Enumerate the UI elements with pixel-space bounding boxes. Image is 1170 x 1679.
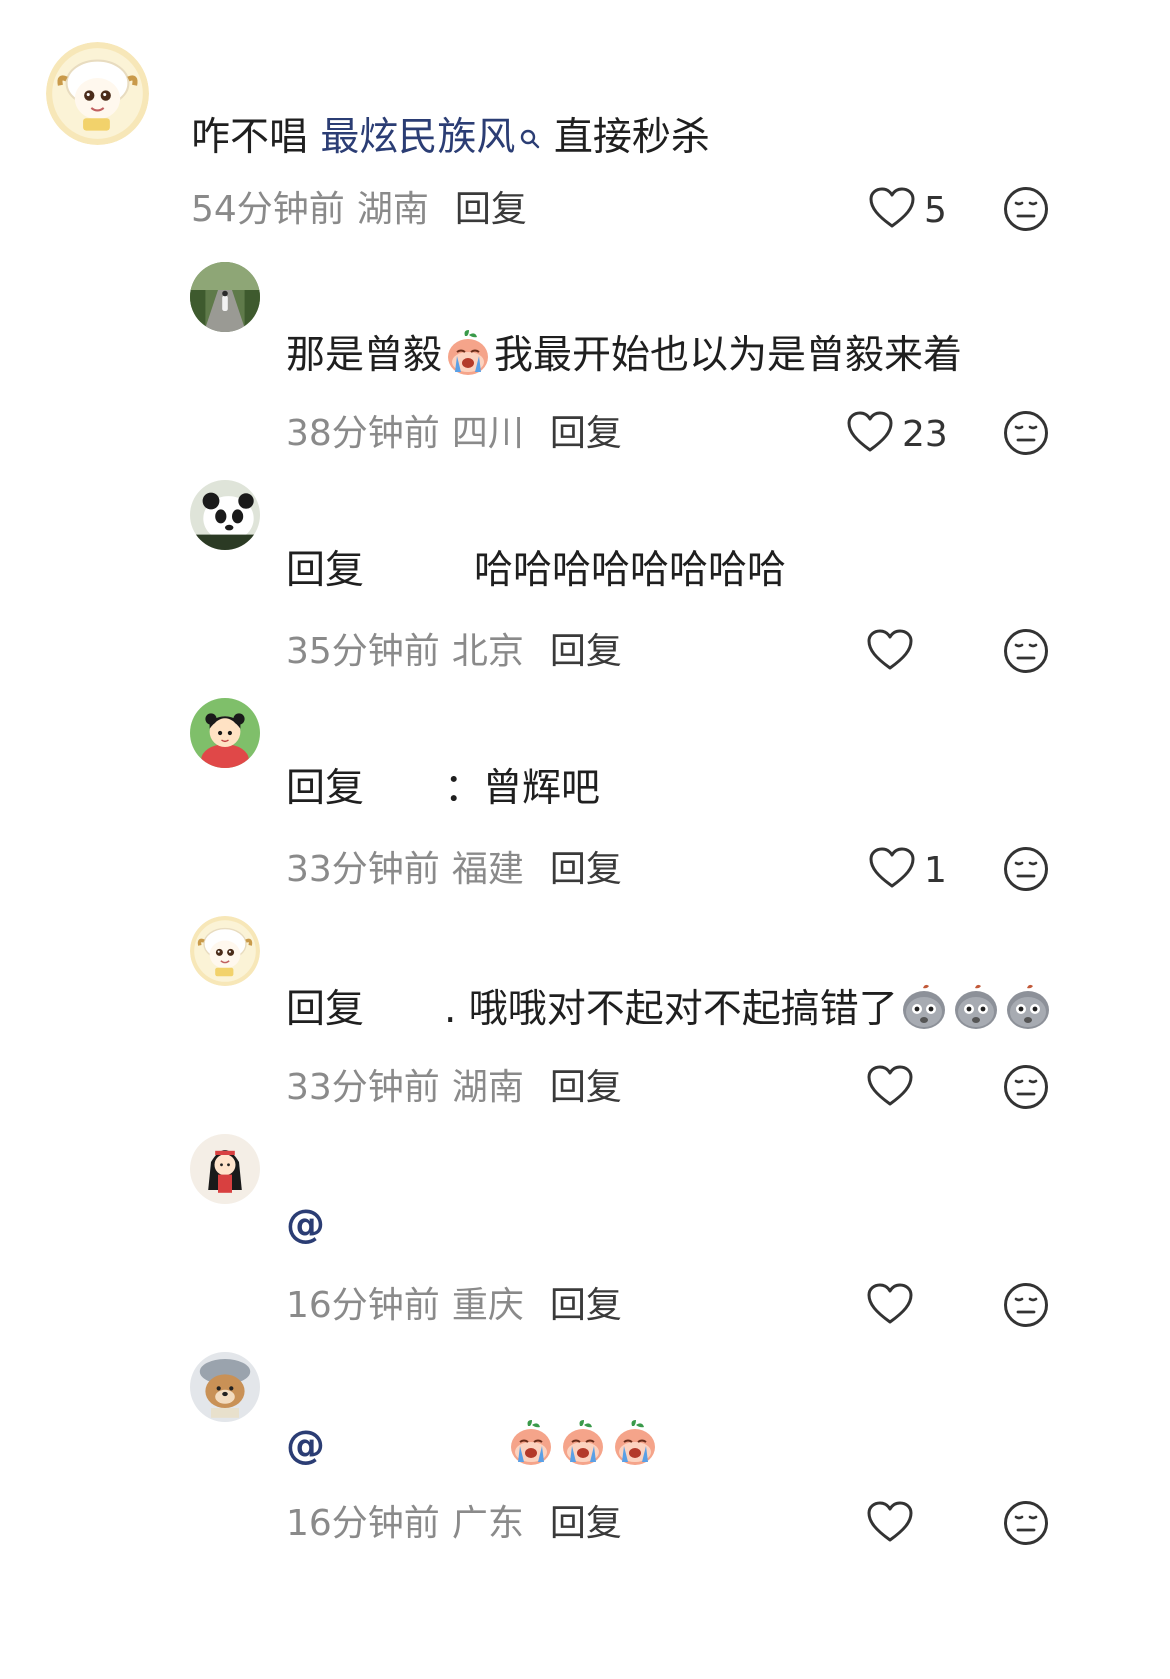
gray-potato-emoji-icon	[951, 982, 1001, 1032]
comment-meta: 38分钟前 四川 回复	[286, 412, 622, 456]
reply-button[interactable]: 回复	[550, 1503, 622, 1544]
like-button[interactable]: 23	[846, 409, 948, 459]
search-link[interactable]: 最炫民族风	[320, 115, 541, 160]
reply-button[interactable]: 回复	[550, 631, 622, 672]
comment-time: 33分钟前	[286, 1067, 440, 1108]
heart-icon	[868, 186, 916, 234]
comment-text-segment: 回复	[286, 987, 365, 1032]
neutral-face-icon[interactable]	[1003, 846, 1049, 892]
sheep-avatar[interactable]	[190, 916, 260, 986]
crying-peach-emoji-icon	[610, 1418, 660, 1468]
comment-location: 四川	[451, 413, 524, 454]
comment-text-segment: 我最开始也以为是曾毅来着	[494, 333, 963, 378]
girl-cartoon-avatar[interactable]	[190, 698, 260, 768]
neutral-face-icon[interactable]	[1003, 410, 1049, 456]
search-icon	[519, 113, 541, 149]
comment-text: @	[286, 1418, 661, 1471]
crying-peach-emoji-icon	[506, 1418, 556, 1468]
comment-time: 54分钟前	[191, 189, 345, 230]
comment-meta: 16分钟前 广东 回复	[286, 1502, 622, 1546]
heart-icon	[868, 846, 916, 894]
gray-potato-emoji-icon	[899, 982, 949, 1032]
comment-text: 咋不唱 最炫民族风 直接秒杀	[191, 113, 710, 163]
comment-time: 16分钟前	[286, 1285, 440, 1326]
comment-meta: 33分钟前 福建 回复	[286, 848, 622, 892]
neutral-face-icon[interactable]	[1003, 186, 1049, 232]
like-button[interactable]: 5	[868, 185, 947, 235]
reply-button[interactable]: 回复	[455, 189, 527, 230]
heart-icon	[846, 410, 894, 458]
comment-time: 33分钟前	[286, 849, 440, 890]
comment-text-segment: 那是曾毅	[286, 333, 443, 378]
like-button[interactable]	[866, 1499, 914, 1549]
comment-text-segment: 咋不唱	[191, 115, 321, 160]
like-button[interactable]	[866, 1063, 914, 1113]
comment-location: 重庆	[451, 1285, 524, 1326]
like-count: 1	[924, 849, 947, 891]
reply-button[interactable]: 回复	[550, 1285, 622, 1326]
reply-button[interactable]: 回复	[550, 413, 622, 454]
comment-text-segment: 直接秒杀	[541, 115, 710, 160]
comment-meta: 16分钟前 重庆 回复	[286, 1284, 622, 1328]
comment-time: 38分钟前	[286, 413, 440, 454]
road-photo-avatar[interactable]	[190, 262, 260, 332]
comment-location: 福建	[451, 849, 524, 890]
comment-meta: 35分钟前 北京 回复	[286, 630, 622, 674]
like-button[interactable]	[866, 1281, 914, 1331]
mention-link[interactable]: @	[286, 1202, 325, 1247]
comment-text: 那是曾毅 我最开始也以为是曾毅来着	[286, 328, 962, 381]
comment-text-segment: 回复	[286, 548, 365, 593]
gray-potato-emoji-icon	[1003, 982, 1053, 1032]
heart-icon	[866, 628, 914, 676]
heart-icon	[866, 1500, 914, 1548]
comment-location: 广东	[451, 1503, 524, 1544]
comment-location: 湖南	[451, 1067, 524, 1108]
like-button[interactable]: 1	[868, 845, 947, 895]
comment-meta: 33分钟前 湖南 回复	[286, 1066, 622, 1110]
dog-avatar[interactable]	[190, 1352, 260, 1422]
mention-link[interactable]: @	[286, 1423, 325, 1468]
like-count: 23	[902, 413, 948, 455]
neutral-face-icon[interactable]	[1003, 1064, 1049, 1110]
like-count: 5	[924, 189, 947, 231]
comment-text-segment: . 哦哦对不起对不起搞错了	[444, 987, 898, 1032]
panda-avatar[interactable]	[190, 480, 260, 550]
comment-meta: 54分钟前 湖南 回复	[191, 188, 527, 232]
reply-button[interactable]: 回复	[550, 849, 622, 890]
comment-text: 回复 . 哦哦对不起对不起搞错了	[286, 982, 1054, 1035]
reply-button[interactable]: 回复	[550, 1067, 622, 1108]
comment-text-segment: 哈哈哈哈哈哈哈哈	[474, 548, 787, 593]
crying-peach-emoji-icon	[558, 1418, 608, 1468]
comment-location: 湖南	[356, 189, 429, 230]
like-button[interactable]	[866, 627, 914, 677]
comment-text: @	[286, 1200, 325, 1250]
comment-time: 35分钟前	[286, 631, 440, 672]
neutral-face-icon[interactable]	[1003, 628, 1049, 674]
comment-location: 北京	[451, 631, 524, 672]
neutral-face-icon[interactable]	[1003, 1500, 1049, 1546]
doll-avatar[interactable]	[190, 1134, 260, 1204]
comment-text: 回复 哈哈哈哈哈哈哈哈	[286, 546, 786, 596]
comment-text-segment: ：曾辉吧	[444, 766, 601, 811]
heart-icon	[866, 1064, 914, 1112]
crying-peach-emoji-icon	[443, 328, 493, 378]
sheep-avatar[interactable]	[46, 42, 149, 145]
comment-time: 16分钟前	[286, 1503, 440, 1544]
search-link-label: 最炫民族风	[320, 115, 516, 160]
comment-text: 回复 ：曾辉吧	[286, 764, 600, 814]
heart-icon	[866, 1282, 914, 1330]
neutral-face-icon[interactable]	[1003, 1282, 1049, 1328]
comment-text-segment: 回复	[286, 766, 365, 811]
